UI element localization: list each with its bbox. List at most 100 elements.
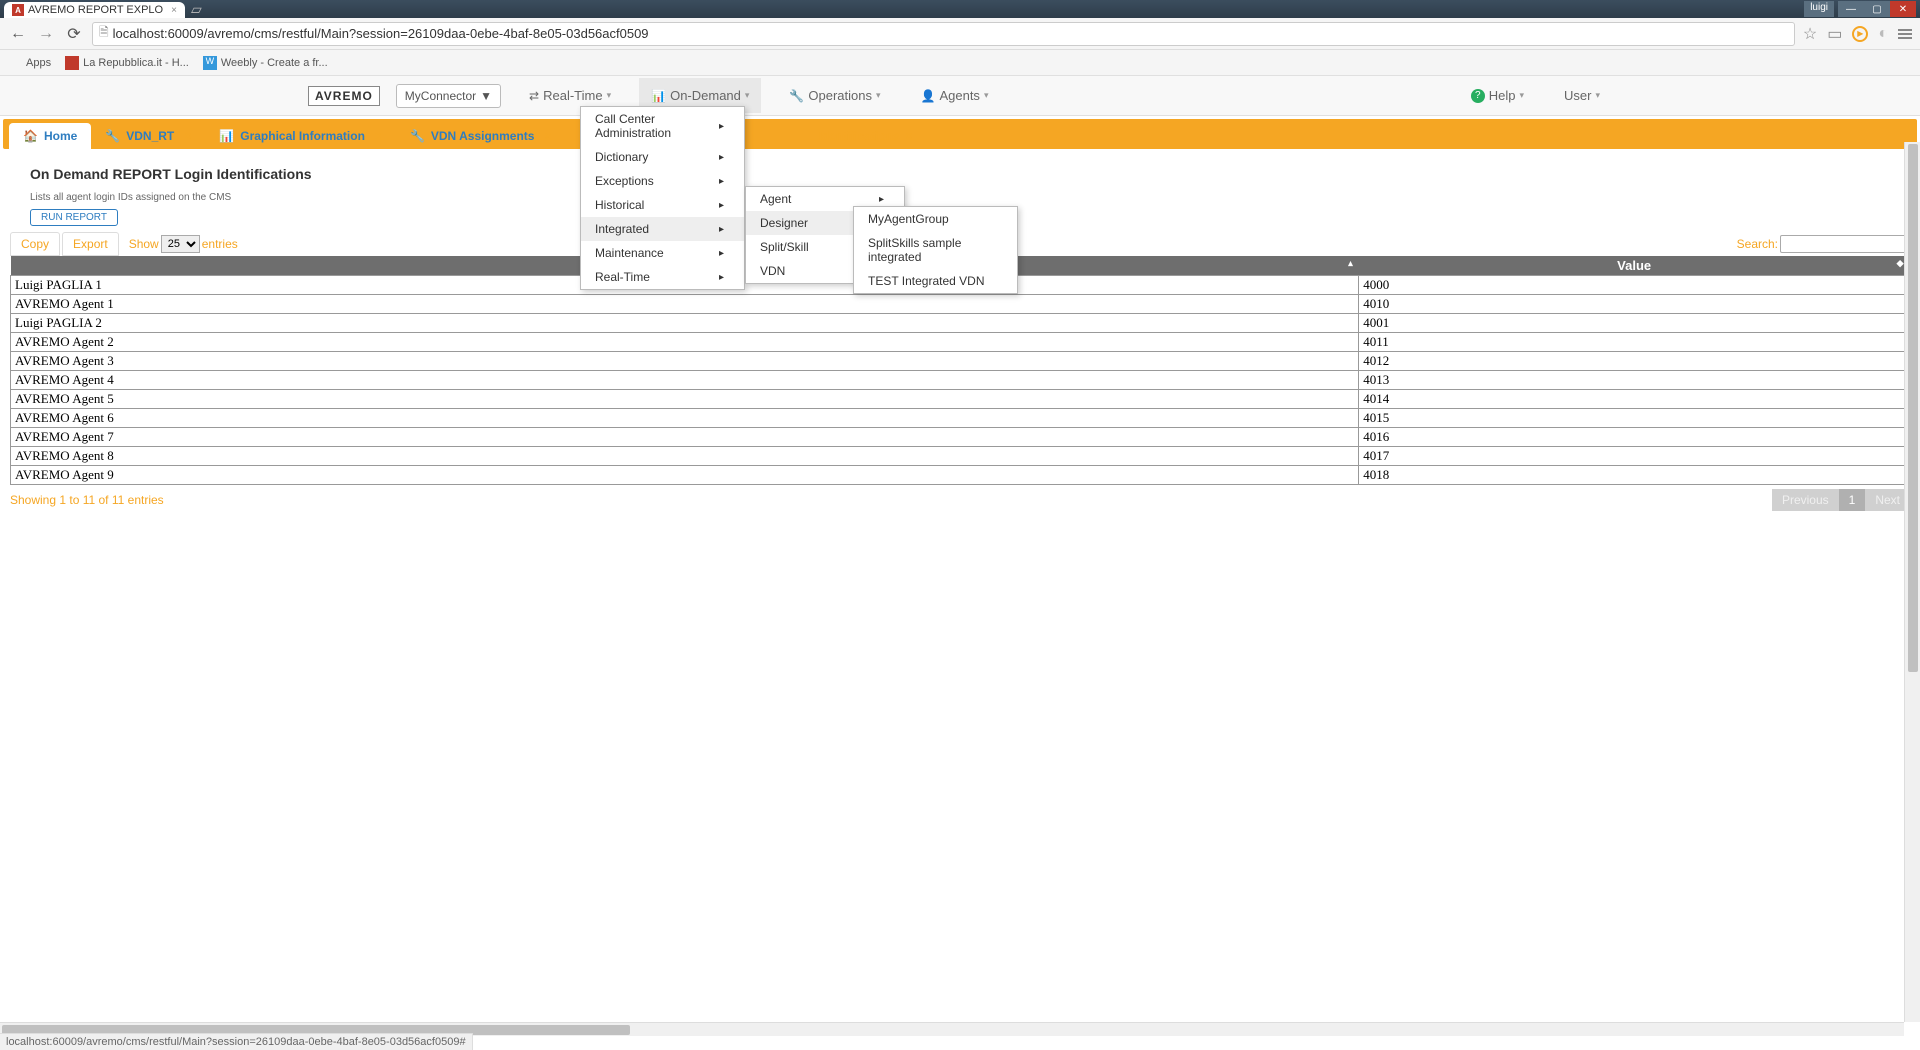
menu-help[interactable]: ? Help ▾ — [1459, 78, 1536, 113]
bookmark-repubblica[interactable]: La Repubblica.it - H... — [65, 56, 189, 70]
entries-label: entries — [202, 237, 238, 251]
tab-vdn-rt[interactable]: 🔧 VDN_RT × — [91, 123, 205, 149]
dd-item-exceptions[interactable]: Exceptions▸ — [581, 169, 744, 193]
bookmarks-bar: Apps La Repubblica.it - H... W Weebly - … — [0, 50, 1920, 76]
bookmark-weebly[interactable]: W Weebly - Create a fr... — [203, 56, 328, 70]
vertical-scrollbar[interactable] — [1904, 142, 1920, 1022]
table-row[interactable]: Luigi PAGLIA 24001 — [11, 314, 1910, 333]
table-row[interactable]: AVREMO Agent 14010 — [11, 295, 1910, 314]
browser-titlebar: A AVREMO REPORT EXPLO × ▱ luigi — ▢ ✕ — [0, 0, 1920, 18]
table-row[interactable]: AVREMO Agent 44013 — [11, 371, 1910, 390]
back-button[interactable]: ← — [8, 25, 28, 43]
help-icon: ? — [1471, 89, 1485, 103]
cell-value: 4000 — [1359, 276, 1910, 295]
new-tab-button[interactable]: ▱ — [191, 1, 202, 18]
chevron-right-icon: ▸ — [719, 121, 724, 132]
cell-name: AVREMO Agent 5 — [11, 390, 1359, 409]
sort-asc-icon: ▴ — [1348, 258, 1353, 269]
tab-label: VDN Assignments — [431, 129, 535, 143]
cell-value: 4012 — [1359, 352, 1910, 371]
menu-label: User — [1564, 88, 1591, 103]
dd-item-test-integrated-vdn[interactable]: TEST Integrated VDN — [854, 269, 1017, 293]
window-controls: luigi — ▢ ✕ — [1804, 1, 1916, 17]
wrench-icon: 🔧 — [410, 129, 425, 143]
column-header-value[interactable]: Value◆ — [1359, 256, 1910, 276]
table-row[interactable]: AVREMO Agent 84017 — [11, 447, 1910, 466]
export-button[interactable]: Export — [62, 232, 119, 256]
menu-icon[interactable] — [1898, 29, 1912, 39]
chart-icon: 📊 — [219, 129, 234, 143]
app-header: AVREMO MyConnector ▼ ⇄ Real-Time ▾ 📊 On-… — [0, 76, 1920, 116]
table-row[interactable]: AVREMO Agent 24011 — [11, 333, 1910, 352]
extension-icon[interactable]: ◐ — [1878, 25, 1888, 43]
close-icon[interactable]: × — [171, 5, 177, 16]
menu-agents[interactable]: 👤 Agents ▾ — [909, 78, 1001, 113]
reload-button[interactable]: ⟳ — [64, 24, 84, 44]
search-input[interactable] — [1780, 235, 1910, 253]
designer-submenu: MyAgentGroup SplitSkills sample integrat… — [853, 206, 1018, 294]
favicon-icon: A — [12, 4, 24, 16]
dd-item-dictionary[interactable]: Dictionary▸ — [581, 145, 744, 169]
search-label: Search: — [1737, 237, 1778, 251]
bookmark-star-icon[interactable]: ☆ — [1803, 24, 1817, 44]
tab-strip: 🏠 Home 🔧 VDN_RT × 📊 Graphical Informatio… — [3, 119, 1917, 149]
close-icon[interactable]: × — [375, 129, 382, 143]
cell-value: 4015 — [1359, 409, 1910, 428]
dd-item-call-center-admin[interactable]: Call Center Administration▸ — [581, 107, 744, 145]
wrench-icon: 🔧 — [789, 89, 804, 103]
minimize-button[interactable]: — — [1838, 1, 1864, 17]
close-icon[interactable]: × — [544, 129, 551, 143]
menu-user[interactable]: User ▾ — [1552, 78, 1612, 113]
dd-item-historical[interactable]: Historical▸ — [581, 193, 744, 217]
browser-tab[interactable]: A AVREMO REPORT EXPLO × — [4, 2, 185, 18]
menu-operations[interactable]: 🔧 Operations ▾ — [777, 78, 892, 113]
forward-button[interactable]: → — [36, 25, 56, 43]
bookmark-label: Apps — [26, 57, 51, 69]
close-icon[interactable]: × — [906, 129, 913, 143]
table-row[interactable]: AVREMO Agent 54014 — [11, 390, 1910, 409]
page-size-select[interactable]: 25 — [161, 235, 200, 253]
dd-item-integrated[interactable]: Integrated▸ — [581, 217, 744, 241]
tab-home[interactable]: 🏠 Home — [9, 123, 91, 149]
table-row[interactable]: AVREMO Agent 64015 — [11, 409, 1910, 428]
caret-down-icon: ▾ — [876, 90, 881, 101]
connector-label: MyConnector — [405, 89, 476, 103]
caret-down-icon: ▾ — [1519, 90, 1524, 101]
table-row[interactable]: AVREMO Agent 94018 — [11, 466, 1910, 485]
cell-name: AVREMO Agent 6 — [11, 409, 1359, 428]
table-row[interactable]: AVREMO Agent 74016 — [11, 428, 1910, 447]
site-icon: W — [203, 56, 217, 70]
status-bar: localhost:60009/avremo/cms/restful/Main?… — [0, 1033, 473, 1050]
tab-identifications[interactable]: Identifications × — [804, 123, 926, 149]
table-row[interactable]: AVREMO Agent 34012 — [11, 352, 1910, 371]
cell-value: 4011 — [1359, 333, 1910, 352]
table-footer: Showing 1 to 11 of 11 entries Previous 1… — [10, 489, 1910, 511]
dd-item-realtime[interactable]: Real-Time▸ — [581, 265, 744, 289]
address-bar[interactable]: 🗎 localhost:60009/avremo/cms/restful/Mai… — [92, 22, 1795, 46]
device-icon[interactable]: ▭ — [1827, 24, 1842, 44]
menu-label: Operations — [808, 88, 872, 103]
cell-name: Luigi PAGLIA 2 — [11, 314, 1359, 333]
close-icon[interactable]: × — [184, 129, 191, 143]
browser-tab-title: AVREMO REPORT EXPLO — [28, 4, 163, 16]
user-badge[interactable]: luigi — [1804, 1, 1834, 17]
page-1-button[interactable]: 1 — [1839, 489, 1866, 511]
run-report-button[interactable]: RUN REPORT — [30, 209, 118, 226]
chevron-right-icon: ▸ — [719, 200, 724, 211]
cell-value: 4018 — [1359, 466, 1910, 485]
previous-button[interactable]: Previous — [1772, 489, 1839, 511]
dd-item-maintenance[interactable]: Maintenance▸ — [581, 241, 744, 265]
home-icon: 🏠 — [23, 129, 38, 143]
maximize-button[interactable]: ▢ — [1864, 1, 1890, 17]
tab-label: Graphical Information — [240, 129, 365, 143]
play-icon[interactable]: ▶ — [1852, 26, 1868, 42]
dd-item-myagentgroup[interactable]: MyAgentGroup — [854, 207, 1017, 231]
cell-name: AVREMO Agent 4 — [11, 371, 1359, 390]
copy-button[interactable]: Copy — [10, 232, 60, 256]
tab-graphical-info[interactable]: 📊 Graphical Information × — [205, 123, 396, 149]
dd-item-splitskills-sample[interactable]: SplitSkills sample integrated — [854, 231, 1017, 269]
close-window-button[interactable]: ✕ — [1890, 1, 1916, 17]
apps-bookmark[interactable]: Apps — [8, 56, 51, 70]
tab-vdn-assignments[interactable]: 🔧 VDN Assignments × — [396, 123, 566, 149]
connector-dropdown[interactable]: MyConnector ▼ — [396, 84, 501, 108]
